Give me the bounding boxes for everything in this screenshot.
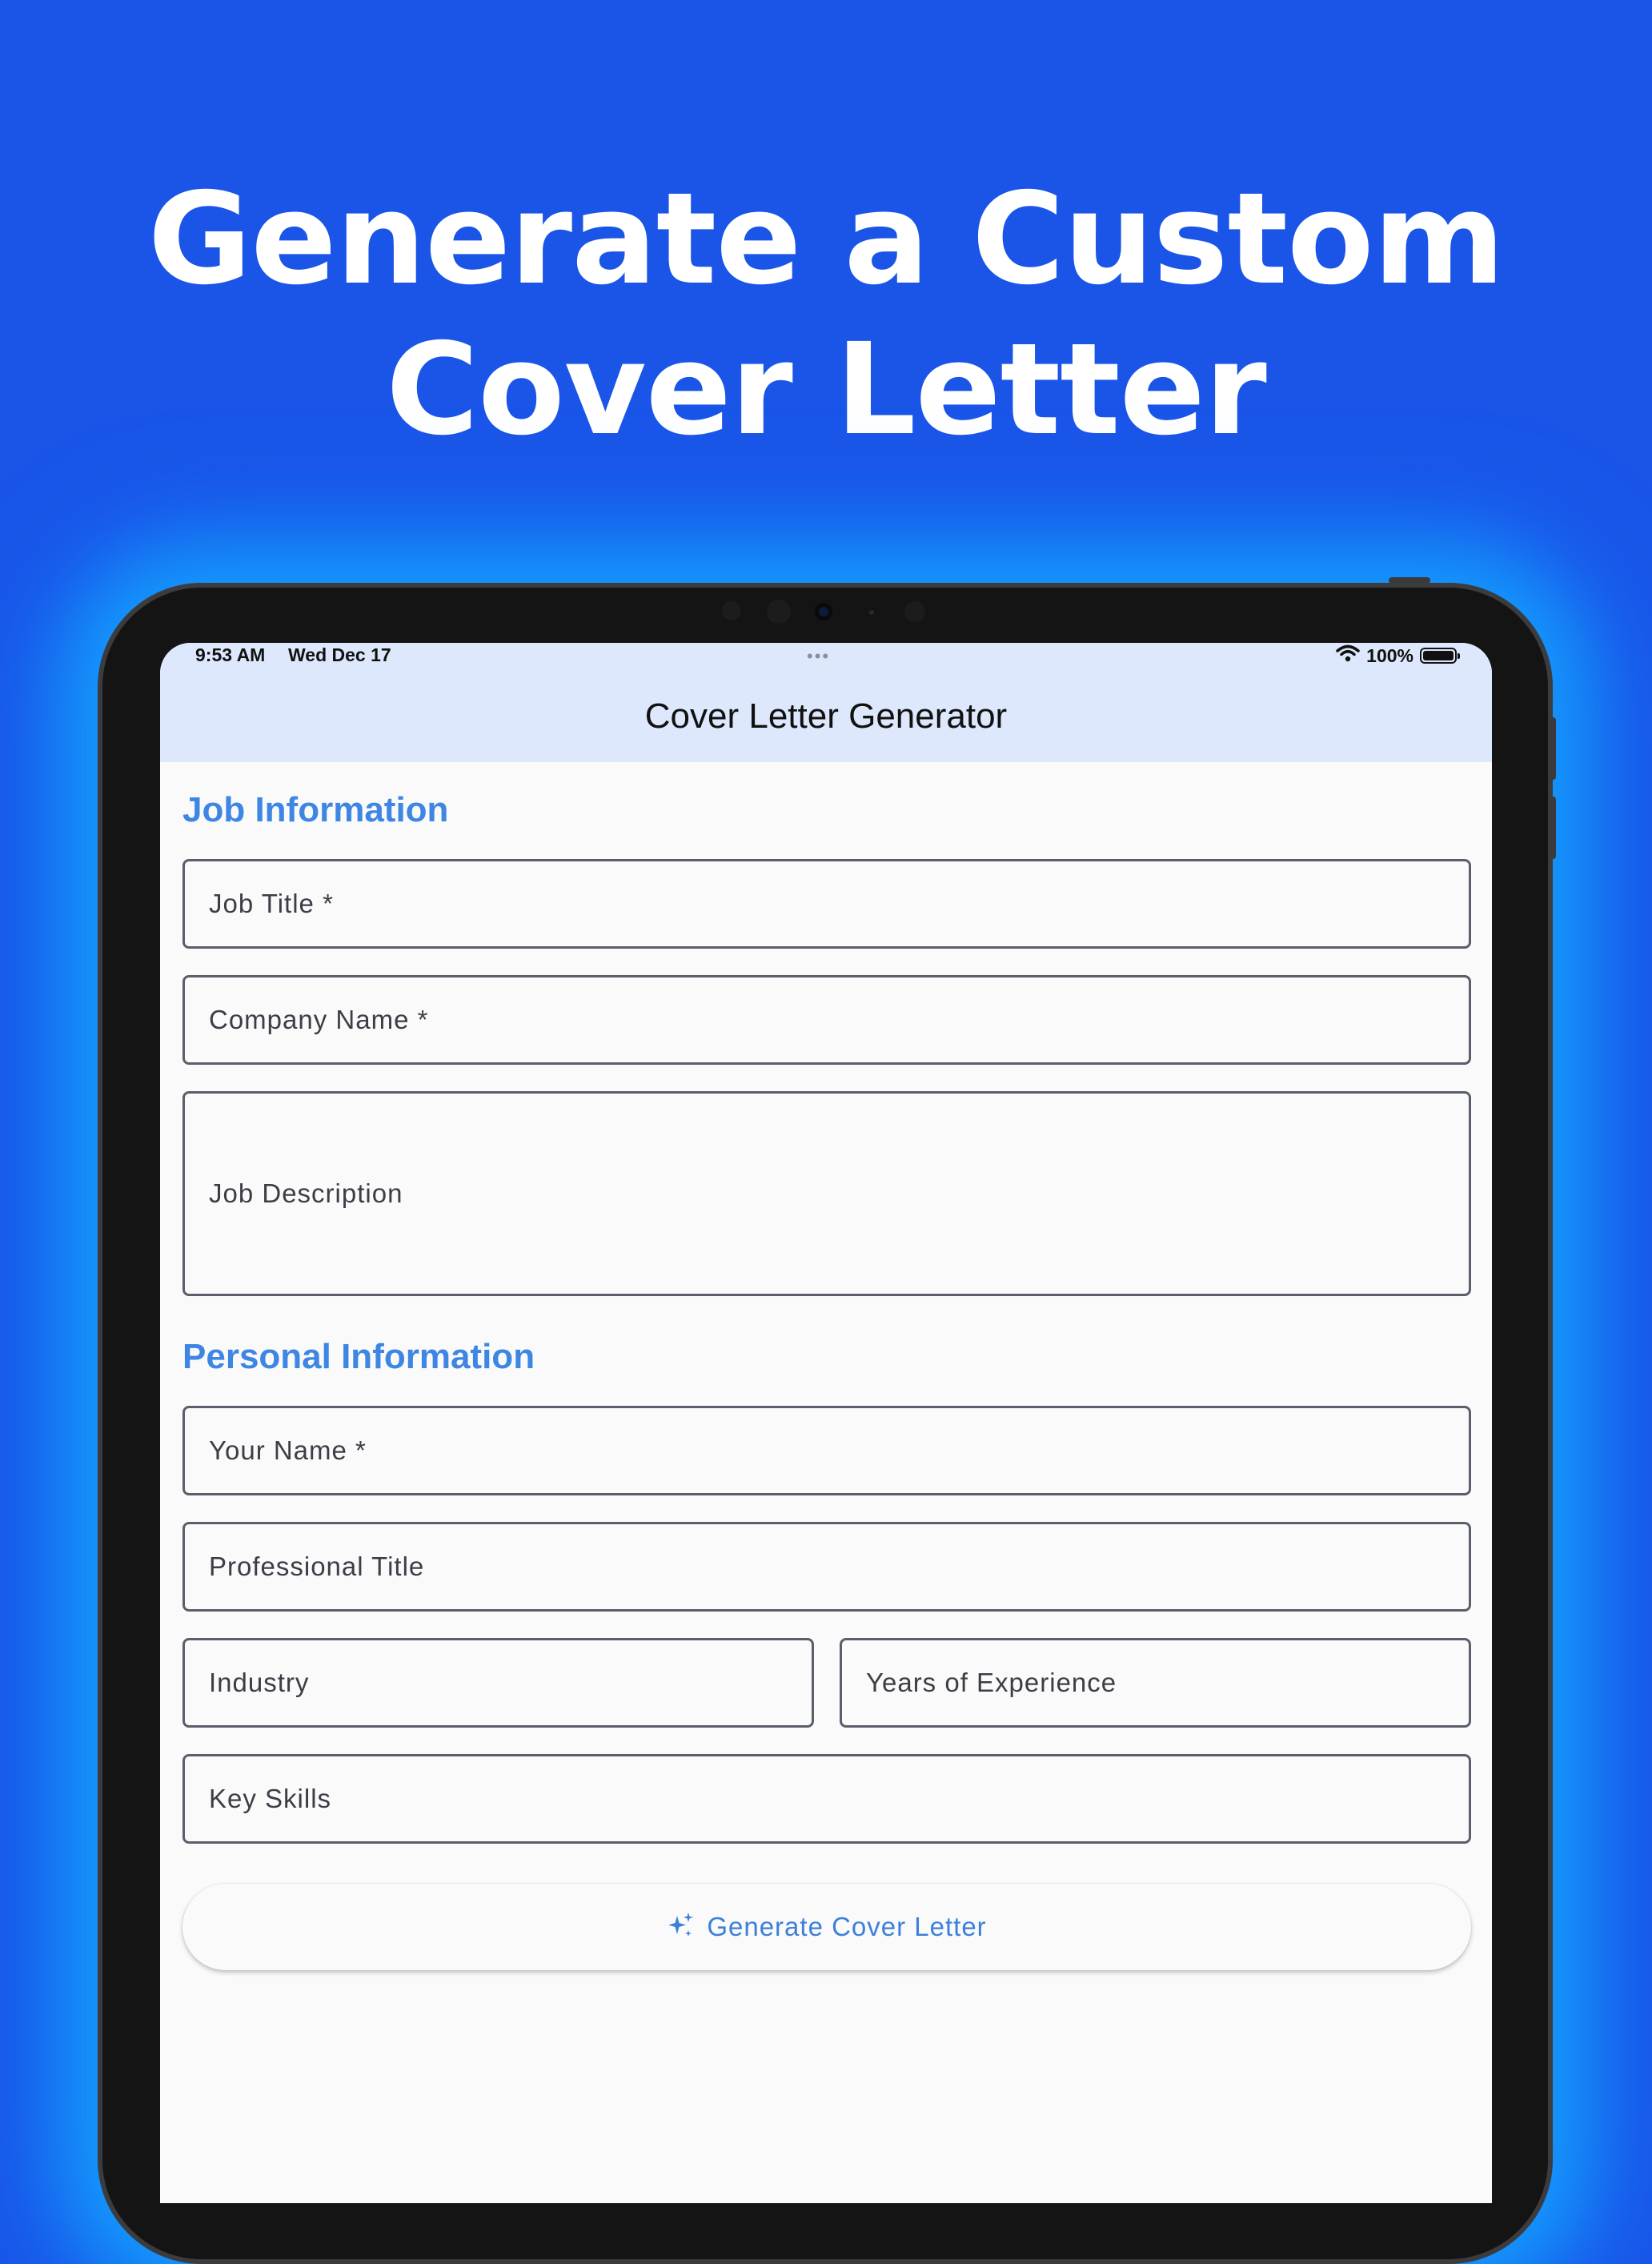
- headline-line-2: Cover Letter: [386, 316, 1267, 464]
- app-screen: Cover Letter Generator 9:53 AM Wed Dec 1…: [160, 643, 1492, 2203]
- status-date: Wed Dec 17: [288, 644, 391, 665]
- battery-icon: [1420, 648, 1460, 664]
- marketing-headline: Generate a Custom Cover Letter: [0, 164, 1652, 465]
- status-indicators: 100%: [1336, 644, 1460, 667]
- professional-title-label: Professional Title: [209, 1551, 425, 1581]
- status-time: 9:53 AM: [195, 644, 266, 665]
- volume-up-button: [1550, 717, 1556, 780]
- headline-line-1: Generate a Custom: [147, 166, 1506, 313]
- industry-field[interactable]: Industry: [182, 1638, 814, 1728]
- generate-cover-letter-button[interactable]: Generate Cover Letter: [182, 1884, 1471, 1970]
- top-button: [1389, 577, 1430, 584]
- job-description-field[interactable]: Job Description: [182, 1091, 1471, 1296]
- section-title-personal: Personal Information: [182, 1337, 535, 1376]
- company-name-label: Company Name *: [209, 1005, 429, 1034]
- camera-icon: [815, 603, 832, 620]
- sparkle-icon: [667, 1911, 696, 1943]
- job-title-field[interactable]: Job Title *: [182, 859, 1471, 949]
- job-description-label: Job Description: [209, 1178, 403, 1208]
- company-name-field[interactable]: Company Name *: [182, 975, 1471, 1065]
- years-experience-label: Years of Experience: [866, 1668, 1117, 1697]
- your-name-field[interactable]: Your Name *: [182, 1406, 1471, 1495]
- section-title-job: Job Information: [182, 790, 449, 829]
- status-bar: 9:53 AM Wed Dec 17 ••• 100%: [160, 643, 1492, 667]
- years-experience-field[interactable]: Years of Experience: [840, 1638, 1471, 1728]
- key-skills-label: Key Skills: [209, 1784, 332, 1813]
- sensor-dot: [767, 600, 791, 624]
- battery-percent: 100%: [1366, 644, 1413, 666]
- sensor-dot: [904, 601, 925, 622]
- sensor-dot: [722, 601, 741, 620]
- volume-down-button: [1550, 797, 1556, 859]
- sensor-dot: [869, 610, 874, 615]
- professional-title-field[interactable]: Professional Title: [182, 1522, 1471, 1612]
- app-title: Cover Letter Generator: [644, 696, 1008, 736]
- your-name-label: Your Name *: [209, 1435, 367, 1465]
- wifi-icon: [1336, 644, 1360, 667]
- generate-button-label: Generate Cover Letter: [707, 1912, 987, 1941]
- industry-label: Industry: [209, 1668, 310, 1697]
- key-skills-field[interactable]: Key Skills: [182, 1754, 1471, 1844]
- job-title-label: Job Title *: [209, 889, 334, 918]
- multitasking-dots[interactable]: •••: [807, 646, 830, 667]
